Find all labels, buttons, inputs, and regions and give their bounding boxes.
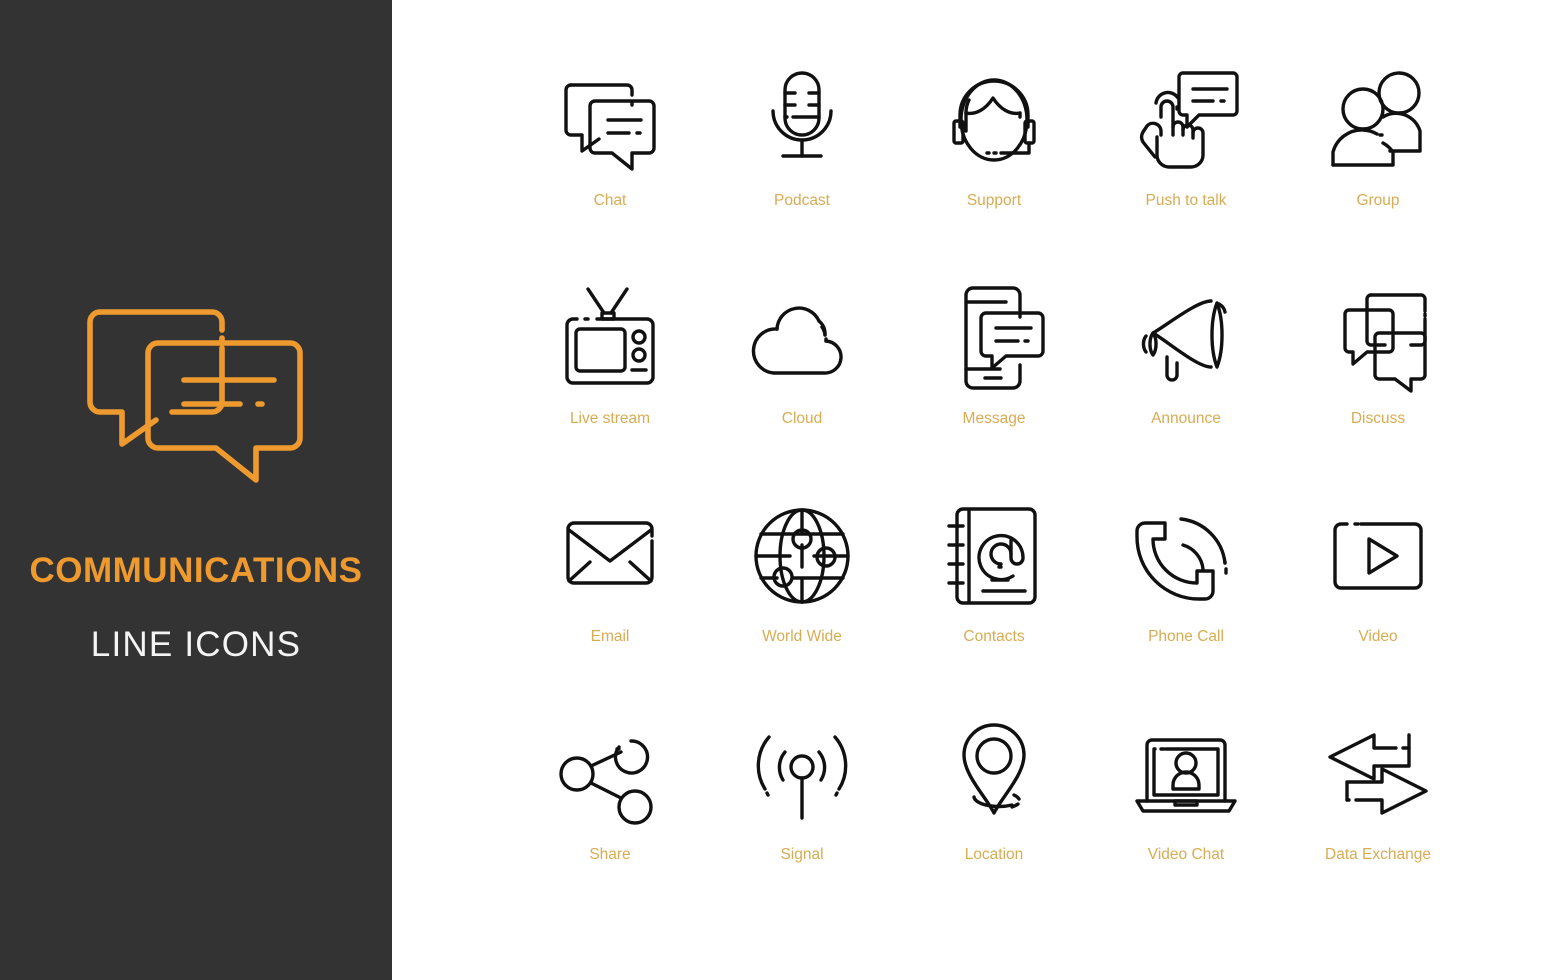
icon-label: Video xyxy=(1358,628,1398,645)
icon-label: Video Chat xyxy=(1147,846,1225,863)
laptop-person-icon[interactable] xyxy=(1126,714,1246,834)
two-users-icon[interactable] xyxy=(1318,60,1438,180)
icon-label: World Wide xyxy=(762,628,842,645)
two-arrows-exchange-icon[interactable] xyxy=(1318,714,1438,834)
icon-cell-discuss[interactable]: Discuss xyxy=(1282,278,1474,496)
icon-cell-group[interactable]: Group xyxy=(1282,60,1474,278)
cloud-icon[interactable] xyxy=(742,278,862,398)
page-subtitle: LINE ICONS xyxy=(90,625,302,664)
icon-label: Share xyxy=(589,846,631,863)
icon-grid: Chat Podcast Support Push to talk Group … xyxy=(514,60,1474,932)
icon-cell-email[interactable]: Email xyxy=(514,496,706,714)
three-bubbles-icon[interactable] xyxy=(1318,278,1438,398)
icon-cell-location[interactable]: Location xyxy=(898,714,1090,932)
icon-label: Location xyxy=(964,846,1024,863)
icon-set-page: COMMUNICATIONS LINE ICONS Chat Podcast S… xyxy=(0,0,1568,980)
icon-label: Discuss xyxy=(1350,410,1406,427)
icon-cell-message[interactable]: Message xyxy=(898,278,1090,496)
icon-label: Push to talk xyxy=(1145,192,1227,209)
icon-label: Cloud xyxy=(781,410,823,427)
icon-label: Group xyxy=(1356,192,1400,209)
icon-cell-phone-call[interactable]: Phone Call xyxy=(1090,496,1282,714)
retro-television-icon[interactable] xyxy=(550,278,670,398)
video-play-icon[interactable] xyxy=(1318,496,1438,616)
envelope-icon[interactable] xyxy=(550,496,670,616)
share-nodes-icon[interactable] xyxy=(550,714,670,834)
globe-network-icon[interactable] xyxy=(742,496,862,616)
icon-label: Podcast xyxy=(773,192,830,209)
icon-label: Contacts xyxy=(963,628,1025,645)
hand-press-bubble-icon[interactable] xyxy=(1126,60,1246,180)
icon-cell-video-chat[interactable]: Video Chat xyxy=(1090,714,1282,932)
phone-handset-icon[interactable] xyxy=(1126,496,1246,616)
sidebar: COMMUNICATIONS LINE ICONS xyxy=(0,0,392,980)
icon-cell-world-wide[interactable]: World Wide xyxy=(706,496,898,714)
microphone-icon[interactable] xyxy=(742,60,862,180)
icon-label: Announce xyxy=(1151,410,1221,427)
megaphone-icon[interactable] xyxy=(1126,278,1246,398)
icon-label: Data Exchange xyxy=(1325,846,1431,863)
icon-label: Message xyxy=(962,410,1026,427)
icon-label: Signal xyxy=(780,846,824,863)
icon-cell-contacts[interactable]: Contacts xyxy=(898,496,1090,714)
icon-label: Chat xyxy=(593,192,627,209)
chat-bubbles-icon xyxy=(87,309,303,483)
icon-grid-area: Chat Podcast Support Push to talk Group … xyxy=(392,0,1568,980)
icon-cell-announce[interactable]: Announce xyxy=(1090,278,1282,496)
icon-cell-chat[interactable]: Chat xyxy=(514,60,706,278)
icon-cell-push-to-talk[interactable]: Push to talk xyxy=(1090,60,1282,278)
map-pin-icon[interactable] xyxy=(934,714,1054,834)
chat-bubbles-icon[interactable] xyxy=(550,60,670,180)
icon-cell-share[interactable]: Share xyxy=(514,714,706,932)
address-book-at-icon[interactable] xyxy=(934,496,1054,616)
icon-label: Phone Call xyxy=(1148,628,1224,645)
icon-cell-signal[interactable]: Signal xyxy=(706,714,898,932)
icon-label: Email xyxy=(590,628,630,645)
page-title: COMMUNICATIONS xyxy=(29,551,363,590)
icon-label: Live stream xyxy=(569,410,651,427)
icon-label: Support xyxy=(966,192,1022,209)
smartphone-message-icon[interactable] xyxy=(934,278,1054,398)
headset-operator-icon[interactable] xyxy=(934,60,1054,180)
icon-cell-data-exchange[interactable]: Data Exchange xyxy=(1282,714,1474,932)
icon-cell-support[interactable]: Support xyxy=(898,60,1090,278)
icon-cell-live-stream[interactable]: Live stream xyxy=(514,278,706,496)
antenna-signal-icon[interactable] xyxy=(742,714,862,834)
icon-cell-podcast[interactable]: Podcast xyxy=(706,60,898,278)
icon-cell-cloud[interactable]: Cloud xyxy=(706,278,898,496)
icon-cell-video[interactable]: Video xyxy=(1282,496,1474,714)
